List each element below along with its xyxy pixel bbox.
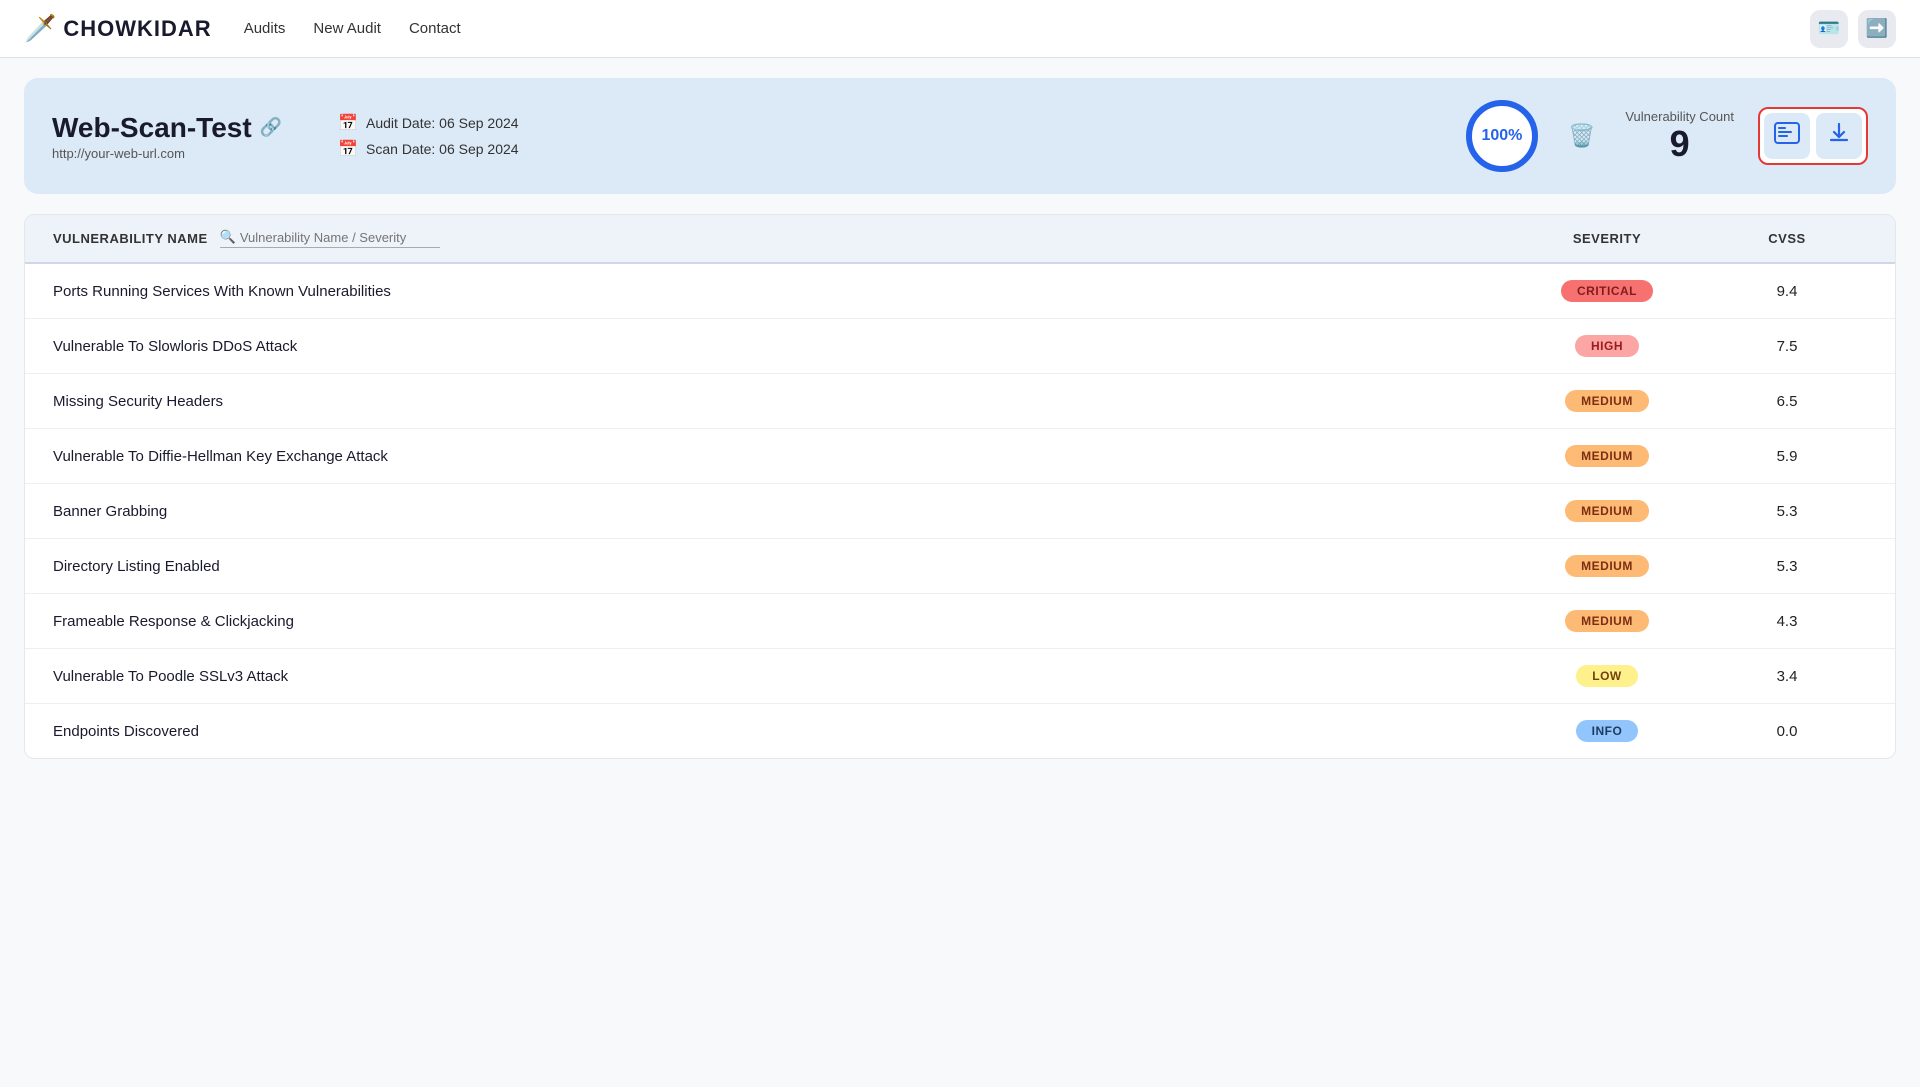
logo-text: CHOWKIDAR [63,16,211,42]
table-row[interactable]: Directory Listing Enabled MEDIUM 5.3 [25,539,1895,594]
vuln-name-8: Endpoints Discovered [53,723,1507,740]
vuln-count-block: Vulnerability Count 9 [1625,109,1734,164]
vulnerabilities-table: VULNERABILITY NAME 🔍 SEVERITY CVSS Ports… [24,214,1896,759]
header-title-block: Web-Scan-Test 🔗 http://your-web-url.com [52,112,282,161]
scan-date: Scan Date: 06 Sep 2024 [366,141,519,157]
header-url: http://your-web-url.com [52,146,282,161]
severity-cell-4: MEDIUM [1507,500,1707,522]
vuln-name-7: Vulnerable To Poodle SSLv3 Attack [53,668,1507,685]
severity-badge-8: INFO [1576,720,1639,742]
th-vuln-name: VULNERABILITY NAME 🔍 [53,229,1507,248]
navbar: 🗡️ CHOWKIDAR Audits New Audit Contact 🪪 … [0,0,1920,58]
user-icon-button[interactable]: 🪪 [1810,10,1848,48]
table-row[interactable]: Endpoints Discovered INFO 0.0 [25,704,1895,758]
progress-value: 100% [1481,127,1522,145]
header-dates: 📅 Audit Date: 06 Sep 2024 📅 Scan Date: 0… [338,113,518,159]
severity-cell-7: LOW [1507,665,1707,687]
download-icon [1827,121,1851,151]
cvss-cell-1: 7.5 [1707,338,1867,355]
severity-badge-5: MEDIUM [1565,555,1649,577]
delete-button[interactable]: 🗑️ [1562,117,1601,155]
vuln-name-2: Missing Security Headers [53,393,1507,410]
severity-badge-6: MEDIUM [1565,610,1649,632]
severity-cell-8: INFO [1507,720,1707,742]
cvss-cell-0: 9.4 [1707,283,1867,300]
th-cvss: CVSS [1707,230,1867,248]
logo: 🗡️ CHOWKIDAR [24,13,212,44]
severity-cell-6: MEDIUM [1507,610,1707,632]
cvss-cell-5: 5.3 [1707,558,1867,575]
nav-audits[interactable]: Audits [244,20,286,37]
audit-date: Audit Date: 06 Sep 2024 [366,115,519,131]
header-card: Web-Scan-Test 🔗 http://your-web-url.com … [24,78,1896,194]
download-button[interactable] [1816,113,1862,159]
severity-badge-4: MEDIUM [1565,500,1649,522]
table-row[interactable]: Vulnerable To Diffie-Hellman Key Exchang… [25,429,1895,484]
table-row[interactable]: Ports Running Services With Known Vulner… [25,264,1895,319]
logo-icon: 🗡️ [24,13,57,44]
scan-date-row: 📅 Scan Date: 06 Sep 2024 [338,139,518,159]
vuln-name-1: Vulnerable To Slowloris DDoS Attack [53,338,1507,355]
vuln-name-3: Vulnerable To Diffie-Hellman Key Exchang… [53,448,1507,465]
vuln-count-label: Vulnerability Count [1625,109,1734,124]
table-row[interactable]: Vulnerable To Poodle SSLv3 Attack LOW 3.… [25,649,1895,704]
table-row[interactable]: Frameable Response & Clickjacking MEDIUM… [25,594,1895,649]
navbar-right: 🪪 ➡️ [1810,10,1896,48]
cvss-cell-6: 4.3 [1707,613,1867,630]
vuln-name-4: Banner Grabbing [53,503,1507,520]
severity-badge-0: CRITICAL [1561,280,1653,302]
severity-cell-2: MEDIUM [1507,390,1707,412]
navbar-links: Audits New Audit Contact [244,20,461,37]
progress-circle: 100% [1466,100,1538,172]
table-row[interactable]: Banner Grabbing MEDIUM 5.3 [25,484,1895,539]
th-vuln-label: VULNERABILITY NAME [53,231,208,246]
search-icon: 🔍 [220,229,236,245]
severity-cell-1: HIGH [1507,335,1707,357]
severity-cell-3: MEDIUM [1507,445,1707,467]
severity-badge-2: MEDIUM [1565,390,1649,412]
severity-badge-3: MEDIUM [1565,445,1649,467]
calendar-icon-audit: 📅 [338,113,358,133]
severity-badge-1: HIGH [1575,335,1639,357]
table-header: VULNERABILITY NAME 🔍 SEVERITY CVSS [25,215,1895,264]
cvss-cell-3: 5.9 [1707,448,1867,465]
cvss-cell-8: 0.0 [1707,723,1867,740]
table-row[interactable]: Missing Security Headers MEDIUM 6.5 [25,374,1895,429]
calendar-icon-scan: 📅 [338,139,358,159]
logout-icon: ➡️ [1866,18,1888,39]
view-report-button[interactable] [1764,113,1810,159]
search-wrapper: 🔍 [220,229,440,248]
th-severity: SEVERITY [1507,230,1707,248]
header-title: Web-Scan-Test 🔗 [52,112,282,144]
severity-badge-7: LOW [1576,665,1638,687]
nav-new-audit[interactable]: New Audit [313,20,381,37]
cvss-cell-7: 3.4 [1707,668,1867,685]
scan-title: Web-Scan-Test [52,112,252,144]
vuln-name-0: Ports Running Services With Known Vulner… [53,283,1507,300]
cvss-cell-4: 5.3 [1707,503,1867,520]
severity-cell-5: MEDIUM [1507,555,1707,577]
vuln-name-5: Directory Listing Enabled [53,558,1507,575]
user-icon: 🪪 [1818,18,1840,39]
cvss-cell-2: 6.5 [1707,393,1867,410]
share-icon[interactable]: 🔗 [260,117,282,138]
view-report-icon [1774,122,1800,150]
vuln-name-6: Frameable Response & Clickjacking [53,613,1507,630]
search-input[interactable] [240,230,440,245]
audit-date-row: 📅 Audit Date: 06 Sep 2024 [338,113,518,133]
table-body: Ports Running Services With Known Vulner… [25,264,1895,758]
action-buttons-group [1758,107,1868,165]
severity-cell-0: CRITICAL [1507,280,1707,302]
nav-contact[interactable]: Contact [409,20,461,37]
logout-icon-button[interactable]: ➡️ [1858,10,1896,48]
vuln-count-number: 9 [1625,124,1734,164]
table-row[interactable]: Vulnerable To Slowloris DDoS Attack HIGH… [25,319,1895,374]
trash-icon: 🗑️ [1568,123,1595,148]
